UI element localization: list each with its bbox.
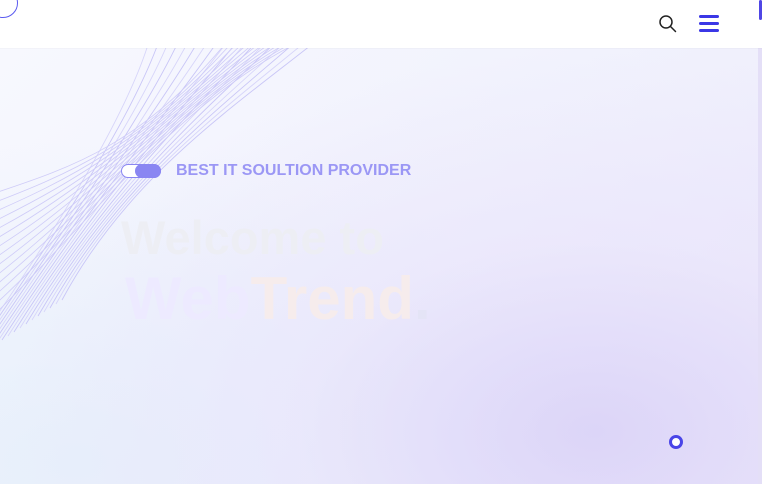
tagline-row: BEST IT SOULTION PROVIDER [121,162,412,179]
brand-web: Web [125,265,251,332]
search-button[interactable] [658,14,678,34]
circle-ring-icon[interactable] [669,435,683,449]
hero-edge [758,48,762,484]
hero-section: BEST IT SOULTION PROVIDER Welcome to Web… [0,48,762,484]
brand-dot: . [413,265,431,332]
logo-icon[interactable] [0,0,18,18]
toggle-switch-icon [121,164,161,178]
hero-brand-headline: WebTrend. [125,268,431,330]
search-icon [659,15,677,33]
menu-bar [699,15,719,18]
hero-tagline: BEST IT SOULTION PROVIDER [176,162,412,179]
menu-bar [699,22,719,25]
hero-headline: Welcome to [121,211,384,264]
brand-trend: Trend [250,265,414,332]
site-header [0,0,762,48]
menu-bar [699,29,719,32]
menu-button[interactable] [699,15,719,32]
toggle-knob [135,164,161,178]
